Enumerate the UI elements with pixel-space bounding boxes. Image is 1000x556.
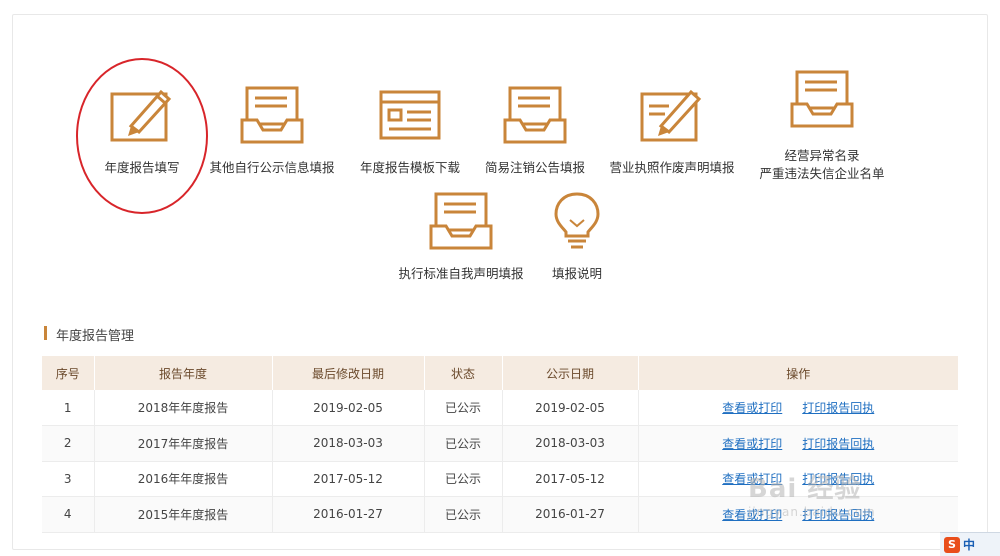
inbox-tray-icon [503,86,567,144]
print-receipt-link[interactable]: 打印报告回执 [802,472,874,486]
cell-published: 2016-01-27 [502,496,639,533]
cell-status: 已公示 [424,461,503,497]
inbox-tray-icon [429,192,493,250]
pencil-edit-icon [640,89,702,142]
cell-year: 2018年年度报告 [94,390,273,426]
lightbulb-icon [554,192,600,249]
table-row: 2 2017年年度报告 2018-03-03 已公示 2018-03-03 查看… [42,425,958,462]
table-row: 3 2016年年度报告 2017-05-12 已公示 2017-05-12 查看… [42,461,958,497]
ime-mode-indicator[interactable]: 中 [963,536,975,553]
annual-report-table: 序号 报告年度 最后修改日期 状态 公示日期 操作 1 2018年年度报告 20… [42,356,958,533]
print-receipt-link[interactable]: 打印报告回执 [802,437,874,451]
pencil-edit-icon [110,89,172,142]
view-print-link[interactable]: 查看或打印 [722,437,782,451]
cell-no: 3 [42,461,95,497]
print-receipt-link[interactable]: 打印报告回执 [802,401,874,415]
tile-simple-deregistration[interactable]: 简易注销公告填报 [455,84,615,176]
table-row: 1 2018年年度报告 2019-02-05 已公示 2019-02-05 查看… [42,390,958,426]
inbox-tray-icon [790,70,854,128]
cell-modified: 2019-02-05 [272,390,425,426]
col-header-status: 状态 [424,356,503,390]
view-print-link[interactable]: 查看或打印 [722,508,782,522]
col-header-published: 公示日期 [502,356,639,390]
cell-published: 2017-05-12 [502,461,639,497]
table-header-row: 序号 报告年度 最后修改日期 状态 公示日期 操作 [42,356,958,390]
cell-actions: 查看或打印 打印报告回执 [638,461,958,497]
tile-instructions[interactable]: 填报说明 [497,190,657,282]
tile-label: 其他自行公示信息填报 [209,160,335,175]
cell-published: 2018-03-03 [502,425,639,462]
cell-modified: 2018-03-03 [272,425,425,462]
cell-actions: 查看或打印 打印报告回执 [638,496,958,533]
cell-modified: 2017-05-12 [272,461,425,497]
col-header-actions: 操作 [638,356,958,390]
cell-actions: 查看或打印 打印报告回执 [638,390,958,426]
ime-toolbar[interactable]: S 中 [940,532,1000,556]
view-print-link[interactable]: 查看或打印 [722,401,782,415]
inbox-tray-icon [240,86,304,144]
col-header-no: 序号 [42,356,95,390]
table-row: 4 2015年年度报告 2016-01-27 已公示 2016-01-27 查看… [42,496,958,533]
cell-status: 已公示 [424,496,503,533]
cell-no: 4 [42,496,95,533]
tile-abnormal-list[interactable]: 经营异常名录 严重违法失信企业名单 [742,68,902,182]
tile-label: 营业执照作废声明填报 [609,160,735,175]
tile-label-secondary: 严重违法失信企业名单 [759,166,885,181]
cell-year: 2015年年度报告 [94,496,273,533]
cell-year: 2016年年度报告 [94,461,273,497]
cell-status: 已公示 [424,425,503,462]
sogou-logo-icon: S [944,536,960,553]
print-receipt-link[interactable]: 打印报告回执 [802,508,874,522]
tile-other-disclosure[interactable]: 其他自行公示信息填报 [192,84,352,176]
document-form-icon [379,90,441,140]
tile-label: 经营异常名录 [784,148,860,163]
cell-published: 2019-02-05 [502,390,639,426]
cell-no: 2 [42,425,95,462]
cell-status: 已公示 [424,390,503,426]
col-header-year: 报告年度 [94,356,273,390]
cell-actions: 查看或打印 打印报告回执 [638,425,958,462]
col-header-modified: 最后修改日期 [272,356,425,390]
section-title: 年度报告管理 [44,325,134,344]
tile-label: 简易注销公告填报 [484,160,585,175]
view-print-link[interactable]: 查看或打印 [722,472,782,486]
tile-label: 填报说明 [551,266,602,281]
cell-modified: 2016-01-27 [272,496,425,533]
cell-no: 1 [42,390,95,426]
cell-year: 2017年年度报告 [94,425,273,462]
tile-license-void[interactable]: 营业执照作废声明填报 [592,84,752,176]
